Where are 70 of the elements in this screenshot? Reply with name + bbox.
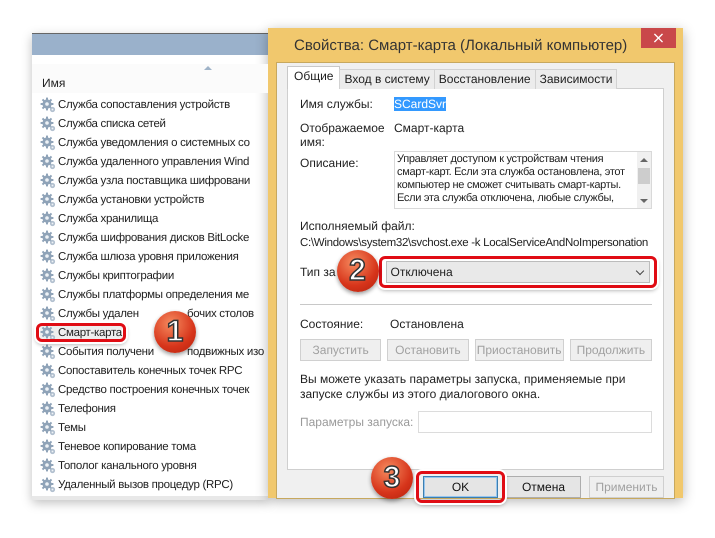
list-item-text[interactable]: подвижных изо: [187, 346, 264, 358]
gear-icon: [40, 192, 56, 208]
list-item[interactable]: Служба шифрования дисков BitLocke: [40, 230, 250, 245]
gear-icon: [40, 286, 56, 302]
tab[interactable]: Зависимости: [534, 69, 618, 89]
list-item[interactable]: Удаленный вызов процедур (RPC): [40, 477, 233, 492]
tab[interactable]: Вход в систему: [339, 69, 435, 89]
gear-icon: [40, 306, 56, 322]
field-label: Тип за: [300, 265, 336, 279]
startup-type-dropdown[interactable]: Отключена: [386, 261, 650, 283]
column-header[interactable]: Имя: [32, 64, 268, 93]
scroll-down-icon[interactable]: [640, 199, 648, 203]
list-item[interactable]: Служба шлюза уровня приложения: [40, 249, 239, 264]
gear-icon: [40, 116, 56, 132]
list-item[interactable]: Служба хранилища: [40, 211, 158, 226]
window-title: Свойства: Смарт-карта (Локальный компьютер): [294, 36, 628, 54]
list-item[interactable]: Служба уведомления о системных со: [40, 135, 250, 150]
gear-icon: [40, 420, 56, 436]
list-item[interactable]: Служба списка сетей: [40, 116, 166, 131]
gear-icon: [40, 248, 56, 264]
field-value: Смарт-карта: [394, 121, 464, 135]
description-box[interactable]: Управляет доступом к устройствам чтения смарт-карт. Если эта служба остановлена, этот компьютер не сможет считывать смарт-карты. Если эта служба отключена, любые службы,: [394, 151, 652, 209]
gear-icon: [40, 476, 56, 492]
gear-icon: [40, 324, 56, 340]
gear-icon: [40, 154, 56, 170]
list-item[interactable]: Служба установки устройств: [40, 192, 204, 207]
gear-icon: [40, 96, 56, 112]
scroll-thumb[interactable]: [638, 168, 650, 184]
list-item[interactable]: Служба узла поставщика шифровани: [40, 173, 250, 188]
gear-icon: [40, 210, 56, 226]
field-label: Исполняемый файл:: [300, 219, 416, 233]
scroll-up-icon[interactable]: [640, 158, 648, 162]
dialog-button[interactable]: Отмена: [506, 476, 581, 498]
list-item-text[interactable]: бочих столов: [187, 308, 254, 320]
tab[interactable]: Восстановление: [434, 69, 536, 89]
description-text: Управляет доступом к устройствам чтения смарт-карт. Если эта служба остановлена, этот компьютер не сможет считывать смарт-карты. Если эта служба отключена, любые службы,: [396, 152, 626, 206]
gear-icon: [40, 230, 56, 246]
gear-icon: [40, 400, 56, 416]
list-item[interactable]: Сопоставитель конечных точек RPC: [40, 363, 242, 378]
list-item[interactable]: Теневое копирование тома: [40, 439, 196, 454]
list-item[interactable]: Телефония: [40, 401, 116, 416]
gear-icon: [40, 268, 56, 284]
gear-icon: [40, 362, 56, 378]
gear-icon: [40, 382, 56, 398]
gear-icon: [40, 172, 56, 188]
list-item[interactable]: Тополог канального уровня: [40, 458, 197, 473]
field-label: Состояние:: [300, 317, 364, 331]
field-label: Имя службы:: [300, 97, 374, 111]
status-value: Остановлена: [390, 317, 464, 331]
list-item[interactable]: Служба удаленного управления Wind: [40, 154, 250, 169]
hint-text: Вы можете указать параметры запуска, применяемые при запуске службы из этого диалогового окна.: [300, 372, 626, 402]
field-label: Описание:: [300, 155, 360, 170]
list-item[interactable]: Службы криптографии: [40, 268, 174, 283]
list-item[interactable]: Темы: [40, 420, 86, 435]
list-item[interactable]: Службы платформы определения ме: [40, 287, 249, 302]
file-path: C:\Windows\system32\svchost.exe -k LocalServiceAndNoImpersonation: [300, 237, 650, 249]
gear-icon: [40, 134, 56, 150]
dialog-button[interactable]: OK: [423, 476, 498, 498]
gear-icon: [40, 458, 56, 474]
list-item[interactable]: Служба сопоставления устройств: [40, 97, 230, 112]
field-label: Параметры запуска:: [300, 415, 414, 429]
vertical-scrollbar[interactable]: [637, 152, 651, 208]
gear-icon: [40, 438, 56, 454]
list-item-text[interactable]: Службы удален: [58, 308, 153, 320]
sort-arrow-icon: [204, 66, 212, 70]
tab[interactable]: Общие: [287, 66, 340, 89]
list-item[interactable]: Средство построения конечных точек: [40, 382, 250, 397]
close-button[interactable]: ×: [641, 28, 676, 48]
list-item-text[interactable]: События получени: [58, 346, 153, 358]
gear-icon: [40, 344, 56, 360]
